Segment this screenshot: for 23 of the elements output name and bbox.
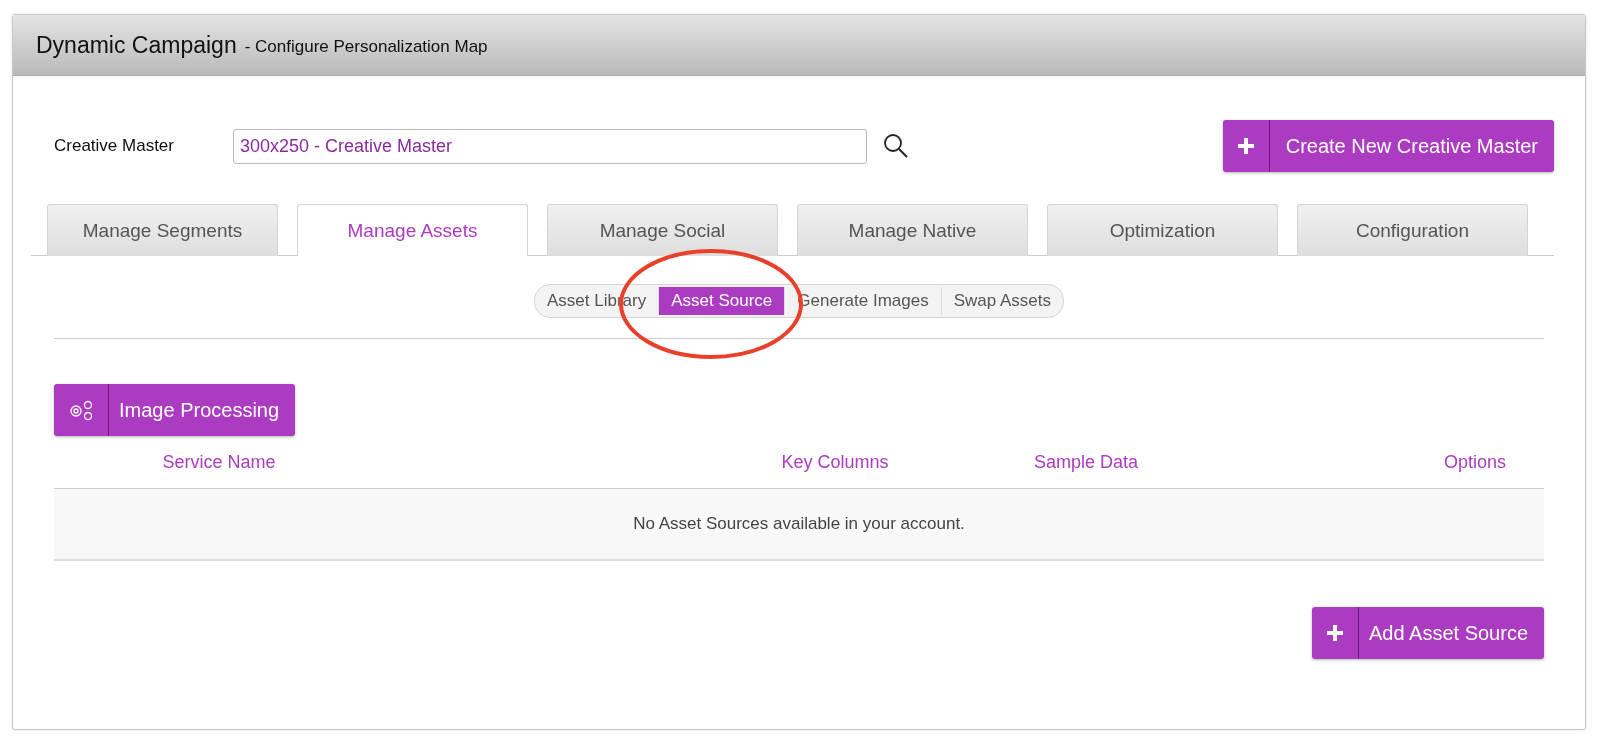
tab[interactable]: Configuration: [1297, 204, 1528, 256]
field-label: Creative Master: [54, 136, 175, 156]
image-processing-button[interactable]: Image Processing: [54, 384, 296, 436]
tab[interactable]: Manage Segments: [47, 204, 278, 256]
tab[interactable]: Manage Native: [797, 204, 1028, 256]
page-subtitle: - Configure Personalization Map: [244, 37, 488, 57]
segment-tab[interactable]: Swap Assets: [940, 287, 1063, 315]
empty-message: No Asset Sources available in your account.: [633, 514, 965, 534]
column-header: Sample Data: [1032, 451, 1140, 473]
column-header: Key Columns: [780, 451, 890, 473]
tab[interactable]: Optimization: [1047, 204, 1278, 256]
add-button[interactable]: Add Asset Source: [1312, 607, 1544, 659]
column-header: Service Name: [161, 451, 277, 473]
page-title: Dynamic Campaign: [36, 31, 237, 59]
search-icon[interactable]: [883, 133, 909, 159]
creative-master-field[interactable]: 300x250 - Creative Master: [233, 128, 867, 164]
tab[interactable]: Manage Social: [547, 204, 778, 256]
plus-icon: [1325, 623, 1345, 643]
create-button[interactable]: Create New Creative Master: [1222, 120, 1554, 172]
tab[interactable]: Manage Assets: [297, 204, 528, 256]
column-header: Options: [1442, 451, 1507, 473]
segment-tab[interactable]: Asset Source: [658, 287, 785, 315]
plus-icon: [1235, 136, 1256, 156]
